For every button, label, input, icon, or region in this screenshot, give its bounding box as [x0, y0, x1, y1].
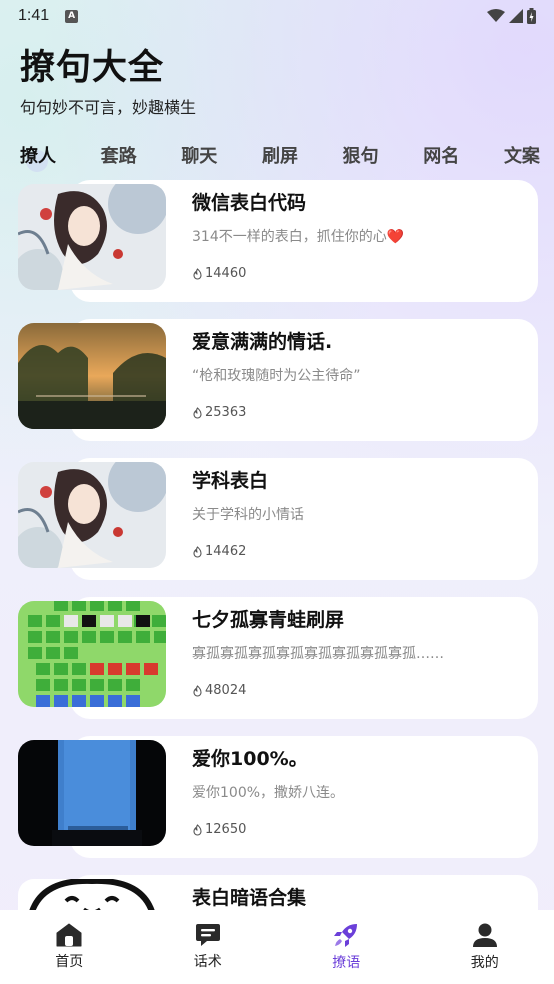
chat-icon: [195, 924, 220, 946]
list-item[interactable]: 微信表白代码 314不一样的表白，抓住你的心❤️ 14460: [18, 180, 538, 305]
page-header: 撩句大全 句句妙不可言，妙趣横生: [20, 46, 196, 118]
item-hot-count: 12650: [192, 822, 246, 837]
item-title: 七夕孤寡青蛙刷屏: [192, 609, 345, 631]
nav-huashu[interactable]: 话术: [163, 923, 253, 971]
item-title: 微信表白代码: [192, 192, 307, 214]
item-thumbnail: [18, 462, 166, 568]
flame-icon: [193, 823, 202, 836]
page-title: 撩句大全: [20, 48, 165, 88]
nav-home-label: 首页: [55, 954, 84, 970]
nav-liaoyu[interactable]: 撩语: [301, 922, 391, 972]
rocket-icon: [334, 924, 358, 947]
flame-icon: [193, 406, 202, 419]
item-description: 314不一样的表白，抓住你的心❤️: [192, 229, 405, 245]
item-hot-count: 14460: [192, 266, 246, 281]
status-icons: [487, 8, 536, 24]
item-title: 表白暗语合集: [192, 887, 307, 909]
item-hot-count: 25363: [192, 405, 246, 420]
home-icon: [56, 923, 82, 947]
bottom-navigation: 首页 话术 撩语 我的: [0, 910, 554, 984]
flame-icon: [193, 684, 202, 697]
item-thumbnail: [18, 740, 166, 846]
flame-icon: [193, 545, 202, 558]
tab-taolu[interactable]: 套路: [101, 142, 137, 168]
category-tabs: 撩人 套路 聊天 刷屏 狠句 网名 文案: [20, 140, 540, 172]
nav-profile[interactable]: 我的: [440, 922, 530, 972]
flame-icon: [193, 267, 202, 280]
page-subtitle: 句句妙不可言，妙趣横生: [20, 98, 197, 117]
nav-profile-label: 我的: [470, 955, 499, 971]
list-item[interactable]: 七夕孤寡青蛙刷屏 寡孤寡孤寡孤寡孤寡孤寡孤寡孤寡孤…… 48024: [18, 597, 538, 722]
battery-icon: [527, 8, 536, 24]
item-title: 学科表白: [192, 470, 269, 492]
list-item[interactable]: 表白暗语合集: [18, 875, 538, 910]
tab-liaoren[interactable]: 撩人: [20, 142, 56, 172]
item-thumbnail: [18, 601, 166, 707]
tab-wangming[interactable]: 网名: [423, 142, 459, 168]
phrase-list: 微信表白代码 314不一样的表白，抓住你的心❤️ 14460 爱意满满的情话. …: [0, 180, 554, 910]
list-item[interactable]: 学科表白 关于学科的小情话 14462: [18, 458, 538, 583]
item-title: 爱意满满的情话.: [192, 331, 333, 353]
nav-huashu-label: 话术: [193, 954, 222, 970]
item-description: 寡孤寡孤寡孤寡孤寡孤寡孤寡孤寡孤……: [192, 646, 444, 662]
item-thumbnail: [18, 323, 166, 429]
status-time: 1:41: [18, 7, 50, 24]
item-thumbnail: [18, 184, 166, 290]
tab-wenan[interactable]: 文案: [504, 142, 540, 168]
wifi-icon: [487, 9, 505, 22]
notification-icon: A: [65, 9, 79, 23]
tab-henju[interactable]: 狠句: [343, 142, 379, 168]
status-bar: 1:41 A: [0, 0, 554, 32]
nav-liaoyu-label: 撩语: [332, 955, 361, 971]
profile-icon: [472, 923, 497, 947]
item-hot-count: 48024: [192, 683, 246, 698]
item-thumbnail: [18, 879, 166, 910]
list-item[interactable]: 爱你100%。 爱你100%，撒娇八连。 12650: [18, 736, 538, 861]
nav-home[interactable]: 首页: [24, 923, 114, 971]
list-item[interactable]: 爱意满满的情话. “枪和玫瑰随时为公主待命” 25363: [18, 319, 538, 444]
heart-icon: ❤️: [386, 229, 405, 245]
item-description: 爱你100%，撒娇八连。: [192, 785, 345, 801]
item-description: 关于学科的小情话: [192, 507, 304, 523]
item-title: 爱你100%。: [192, 748, 308, 770]
tab-shuaping[interactable]: 刷屏: [262, 142, 298, 168]
item-description: “枪和玫瑰随时为公主待命”: [192, 368, 361, 384]
tab-liaotian[interactable]: 聊天: [181, 142, 217, 168]
signal-icon: [509, 9, 523, 23]
item-hot-count: 14462: [192, 544, 246, 559]
